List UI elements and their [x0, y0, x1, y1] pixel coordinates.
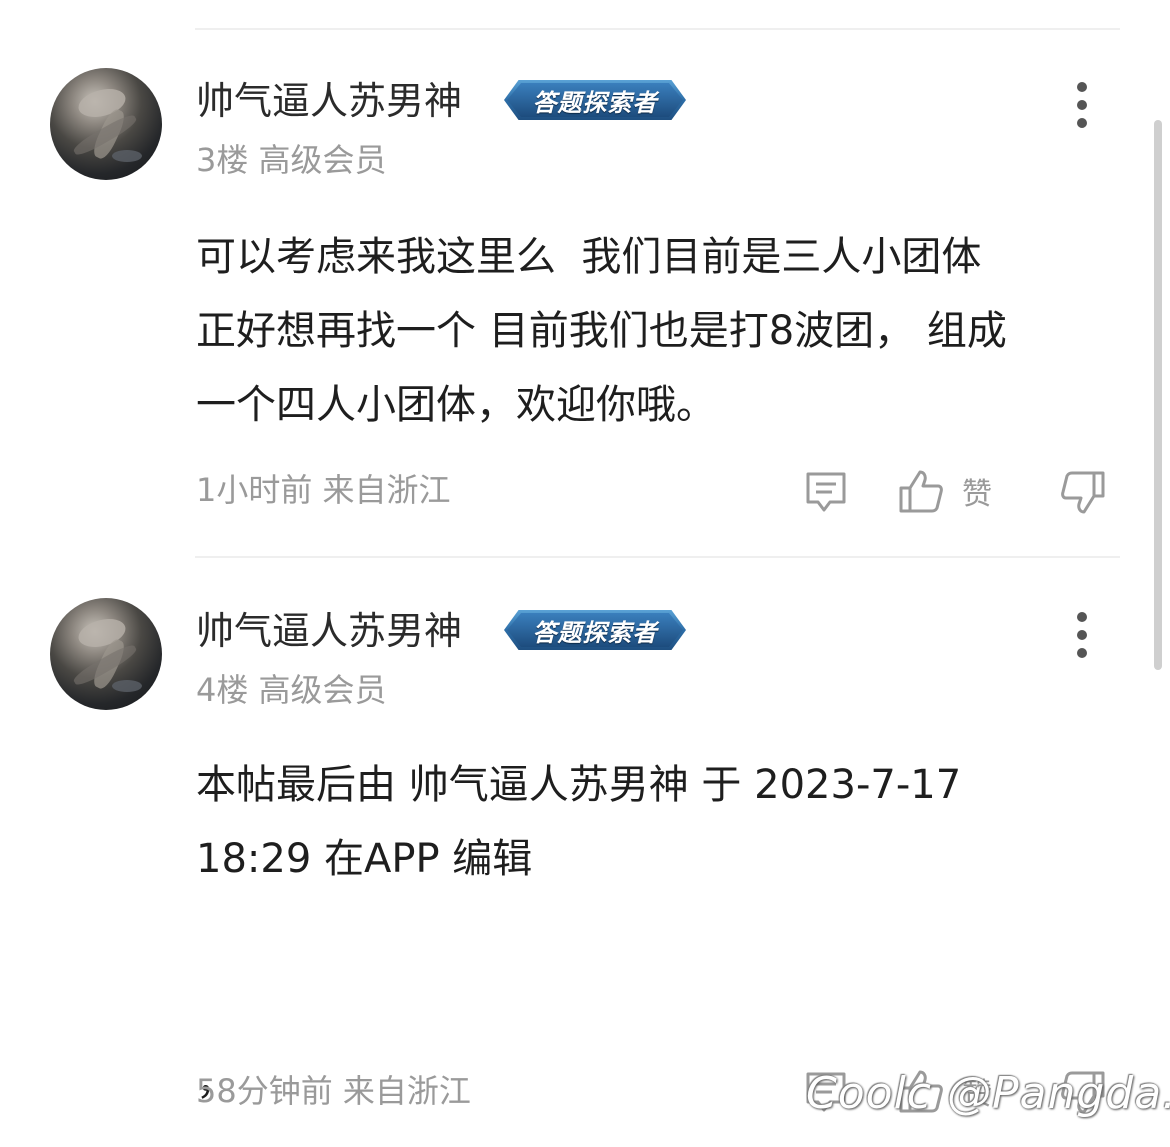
member-level: 高级会员 — [258, 141, 387, 179]
post-meta: 3楼 高级会员 — [196, 144, 387, 176]
like-label: 赞 — [962, 477, 992, 512]
post-time-location: 58分钟前 来自浙江 — [196, 1075, 471, 1107]
username[interactable]: 帅气逼人苏男神 — [196, 82, 462, 120]
post-content: 可以考虑来我这里么 我们目前是三人小团体 正好想再找一个 目前我们也是打8波团，… — [196, 234, 1007, 428]
badge-label: 答题探索者 — [532, 88, 658, 117]
avatar[interactable] — [50, 68, 162, 180]
post-meta: 4楼 高级会员 — [196, 674, 387, 706]
post-location: 来自浙江 — [342, 1072, 471, 1110]
more-options-button[interactable] — [1072, 612, 1092, 658]
more-vertical-icon — [1077, 612, 1087, 622]
post-content: 本帖最后由 帅气逼人苏男神 于 2023-7-17 18:29 在APP 编辑 … — [196, 762, 962, 1104]
comment-icon — [806, 472, 846, 512]
scrollbar[interactable] — [1154, 120, 1162, 670]
more-options-button[interactable] — [1072, 82, 1092, 128]
thumbs-down-icon — [1061, 471, 1105, 514]
member-level: 高级会员 — [258, 671, 387, 709]
floor-number: 4楼 — [196, 671, 249, 709]
comment-button[interactable] — [804, 470, 848, 514]
user-badge[interactable]: 答题探索者 — [504, 80, 686, 120]
thumbs-up-icon — [899, 470, 943, 513]
post-time: 1小时前 — [196, 471, 313, 509]
username[interactable]: 帅气逼人苏男神 — [196, 612, 462, 650]
user-badge[interactable]: 答题探索者 — [504, 610, 686, 650]
post-divider — [195, 556, 1120, 558]
floor-number: 3楼 — [196, 141, 249, 179]
badge-label: 答题探索者 — [532, 618, 658, 647]
post-time: 58分钟前 — [196, 1072, 333, 1110]
post-time-location: 1小时前 来自浙江 — [196, 474, 451, 506]
more-vertical-icon — [1077, 82, 1087, 92]
like-button[interactable]: 赞 — [898, 468, 992, 514]
top-divider — [195, 28, 1120, 30]
watermark: Coolc @Pangda. — [806, 1068, 1170, 1119]
avatar[interactable] — [50, 598, 162, 710]
dislike-button[interactable] — [1060, 470, 1106, 516]
post-location: 来自浙江 — [322, 471, 451, 509]
